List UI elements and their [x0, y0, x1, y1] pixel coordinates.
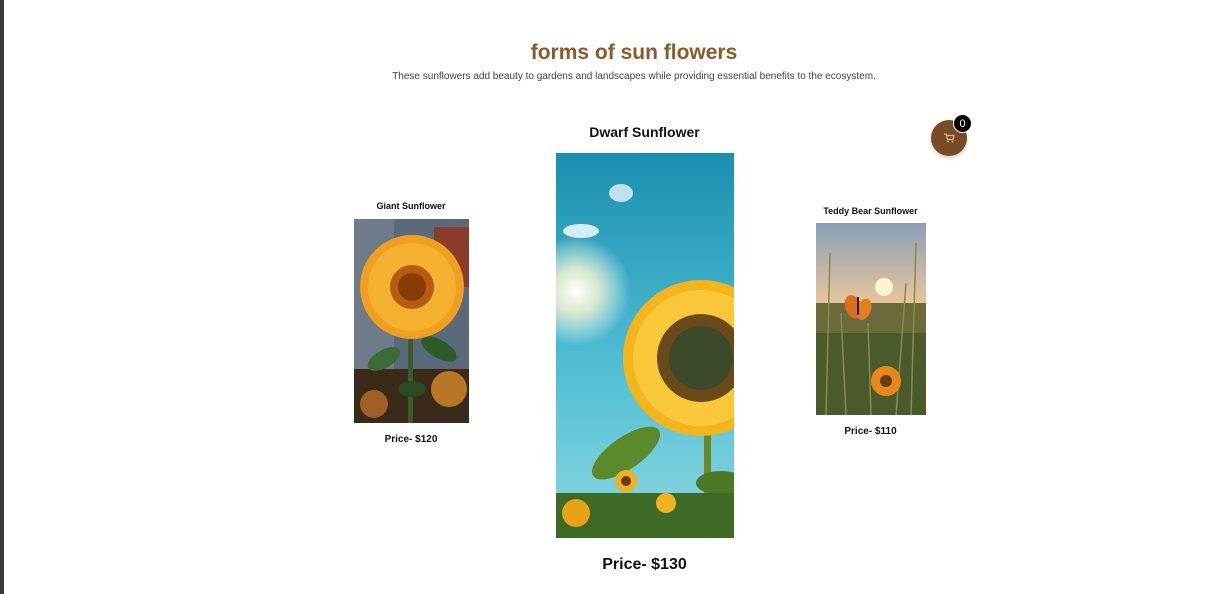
teddy-bear-sunflower-image[interactable]: [815, 223, 926, 415]
page-title: forms of sun flowers: [530, 41, 738, 64]
window-left-border: [0, 0, 4, 594]
product-card-teddy-bear-sunflower[interactable]: Teddy Bear Sunflower Price- $110: [813, 204, 928, 437]
product-name: Dwarf Sunflower: [589, 124, 700, 140]
product-card-giant-sunflower[interactable]: Giant Sunflower Price- $120: [352, 199, 470, 445]
cart-count-badge: 0: [953, 114, 972, 133]
product-price: Price- $110: [844, 426, 897, 437]
product-name: Giant Sunflower: [376, 201, 446, 211]
cart-icon: [944, 133, 955, 143]
page-subtitle: These sunflowers add beauty to gardens a…: [392, 71, 876, 82]
product-price: Price- $120: [384, 434, 438, 445]
product-price: Price- $130: [602, 556, 687, 573]
product-name: Teddy Bear Sunflower: [823, 206, 918, 216]
dwarf-sunflower-image[interactable]: [555, 153, 734, 538]
product-card-dwarf-sunflower[interactable]: Dwarf Sunflower Price- $130: [554, 122, 735, 574]
giant-sunflower-image[interactable]: [353, 219, 469, 423]
